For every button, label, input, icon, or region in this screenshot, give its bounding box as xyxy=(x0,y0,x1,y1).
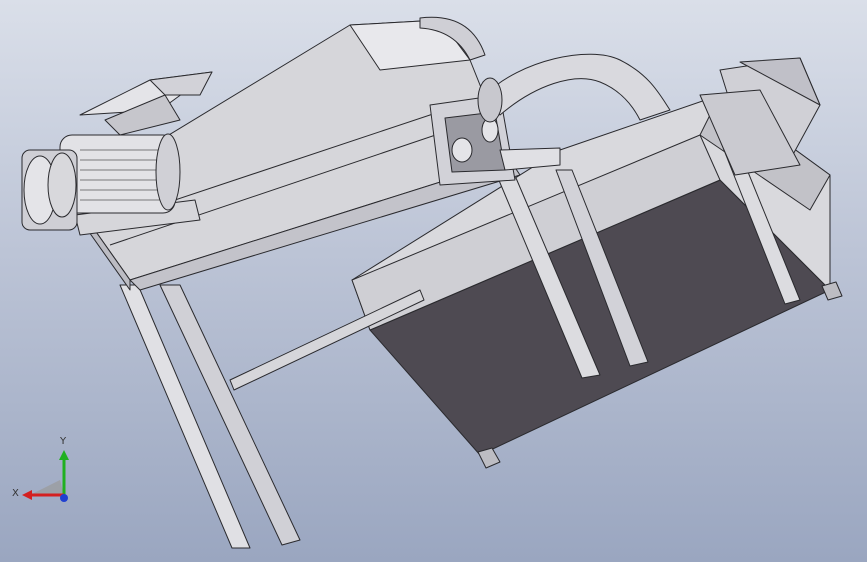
electric-motor xyxy=(21,133,201,236)
z-axis-dot xyxy=(60,494,68,502)
x-axis-label: X xyxy=(12,488,19,499)
y-axis-label: Y xyxy=(60,436,67,447)
coordinate-triad: X Y xyxy=(12,436,82,510)
machine-3d-model[interactable] xyxy=(0,0,867,562)
graphics-viewport[interactable]: X Y xyxy=(0,0,867,562)
discharge-pipe xyxy=(477,53,671,123)
tank-foot xyxy=(477,447,501,469)
